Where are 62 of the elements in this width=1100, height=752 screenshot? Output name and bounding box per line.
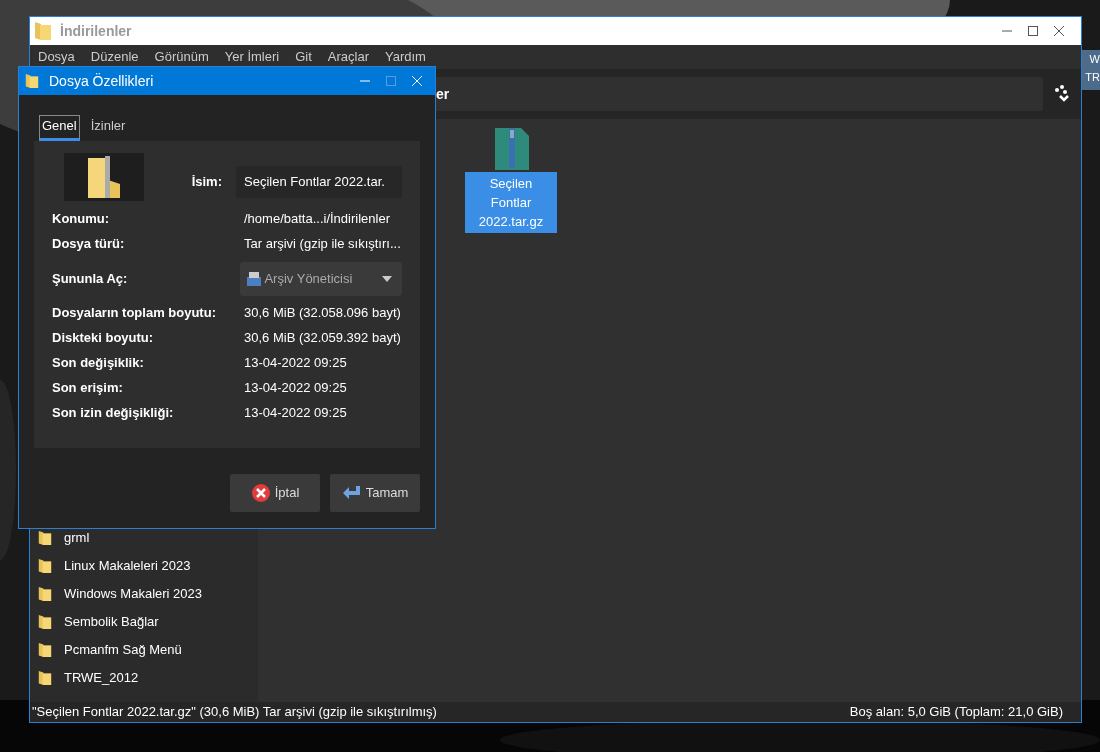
field-label: Diskteki boyutu: <box>52 329 155 348</box>
sidebar-item-label[interactable]: grml <box>64 528 90 548</box>
folder-icon <box>34 21 52 41</box>
free-space-text: Boş alan: 5,0 GiB (Toplam: 21,0 GiB) <box>849 703 1064 722</box>
window-title: İndirilenler <box>60 21 133 41</box>
field-label: Şununla Aç: <box>52 269 129 288</box>
field-label: İsim: <box>191 172 222 191</box>
sidebar-item-label[interactable]: Windows Makaleri 2023 <box>64 584 202 604</box>
menu-item[interactable]: Yardım <box>385 47 426 67</box>
return-arrow-icon <box>341 484 362 501</box>
dropdown-value: Arşiv Yöneticisi <box>264 269 354 288</box>
archive-manager-icon <box>246 270 263 287</box>
tab[interactable]: İzinler <box>87 115 129 141</box>
folder-icon <box>38 640 52 660</box>
sidebar-item-label[interactable]: Pcmanfm Sağ Menü <box>64 640 182 660</box>
menu-item[interactable]: Yer İmleri <box>224 47 280 67</box>
folder-icon <box>25 71 39 91</box>
field-value: 30,6 MiB (32.058.096 bayt) <box>244 304 401 323</box>
ok-button[interactable]: Tamam <box>330 473 420 512</box>
field-value: 13-04-2022 09:25 <box>244 404 347 423</box>
close-icon[interactable] <box>1053 25 1065 37</box>
error-icon <box>250 482 271 503</box>
field-label: Son erişim: <box>52 379 124 398</box>
sidebar-item[interactable]: Linux Makaleleri 2023 <box>38 552 258 580</box>
field-label: Dosya türü: <box>52 235 126 254</box>
field-value: Tar arşivi (gzip ile sıkıştırı... <box>244 235 401 254</box>
folder-icon <box>38 668 52 688</box>
folder-icon <box>38 528 52 548</box>
desktop-icon-label[interactable]: W TR <box>1082 50 1100 90</box>
status-text: "Seçilen Fontlar 2022.tar.gz" (30,6 MiB) Tar arşivi (gzip ile sıkıştırılmış) <box>32 703 437 722</box>
field-label: Konumu: <box>52 210 111 229</box>
cancel-button[interactable]: İptal <box>230 473 320 512</box>
folder-icon <box>38 584 52 604</box>
menu-item[interactable]: Araçlar <box>327 47 369 67</box>
menu-item[interactable]: Dosya <box>38 47 75 67</box>
desktop-icon-label-text: TR <box>1085 70 1100 85</box>
maximize-icon[interactable] <box>1027 25 1039 37</box>
sidebar-item-label[interactable]: TRWE_2012 <box>64 668 139 688</box>
sidebar-item[interactable]: TRWE_2012 <box>38 664 258 692</box>
desktop-icon-label-text: W <box>1089 52 1100 67</box>
dialog-title: Dosya Özellikleri <box>49 71 155 91</box>
field-label: Son değişiklik: <box>52 354 145 373</box>
zip-folder-icon <box>86 153 122 200</box>
sidebar-item[interactable]: Sembolik Bağlar <box>38 608 258 636</box>
sidebar-item[interactable]: Windows Makaleri 2023 <box>38 580 258 608</box>
field-value: 13-04-2022 09:25 <box>244 354 347 373</box>
sidebar-item-label[interactable]: Linux Makaleleri 2023 <box>64 556 191 576</box>
folder-icon <box>38 556 52 576</box>
sidebar-item[interactable]: Pcmanfm Sağ Menü <box>38 636 258 664</box>
menu-item[interactable]: Görünüm <box>154 47 209 67</box>
caret-icon <box>382 275 392 282</box>
field-label: Son izin değişikliği: <box>52 404 175 423</box>
menu-item[interactable]: Git <box>295 47 312 67</box>
field-value: 13-04-2022 09:25 <box>244 379 347 398</box>
sidebar-item-label[interactable]: Sembolik Bağlar <box>64 612 159 632</box>
field-value: /home/batta...i/İndirilenler <box>244 210 390 229</box>
folder-icon <box>38 612 52 632</box>
name-field[interactable]: Seçilen Fontlar 2022.tar. <box>236 165 402 198</box>
field-value: 30,6 MiB (32.059.392 bayt) <box>244 329 401 348</box>
field-label: Dosyaların toplam boyutu: <box>52 304 217 323</box>
open-with-dropdown[interactable]: Arşiv Yöneticisi <box>240 261 402 296</box>
menu-item[interactable]: Düzenle <box>90 47 139 67</box>
